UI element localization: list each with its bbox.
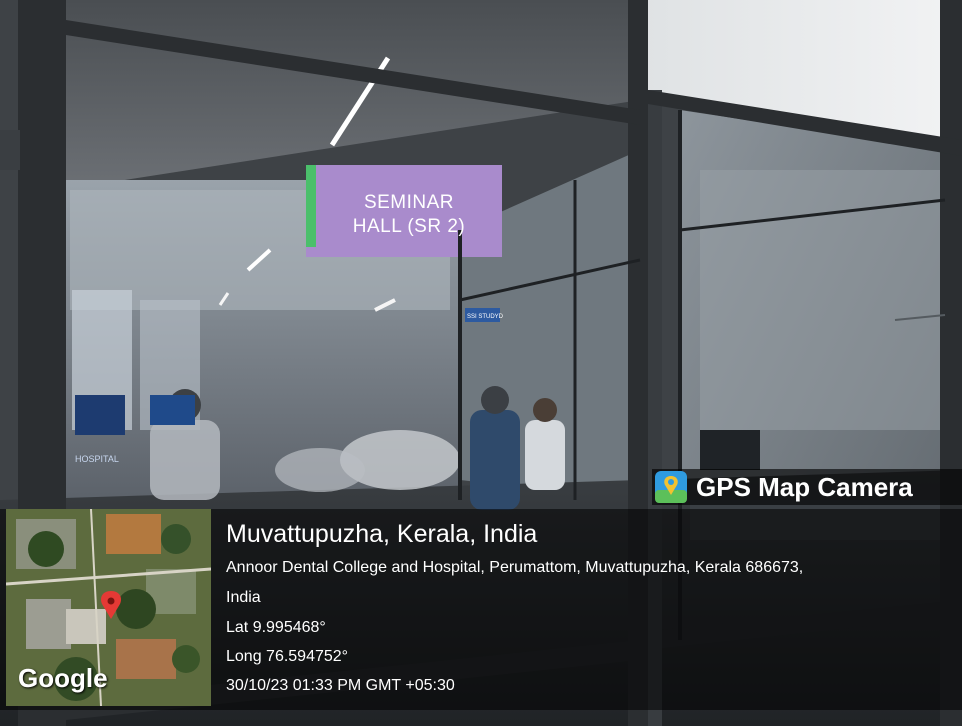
gps-map-camera-icon — [655, 471, 687, 503]
door-sign-text: SSI STUDYD — [467, 314, 504, 320]
longitude-text: Long 76.594752° — [226, 648, 349, 665]
datetime-text: 30/10/23 01:33 PM GMT +05:30 — [226, 677, 455, 694]
place-title: Muvattupuzha, Kerala, India — [226, 520, 538, 548]
address-line-2: India — [226, 589, 261, 606]
far-sign-text: HOSPITAL — [75, 454, 119, 464]
sign-line-hall: HALL (SR 2) — [352, 216, 466, 237]
latitude-text: Lat 9.995468° — [226, 619, 326, 636]
gps-map-camera-badge: GPS Map Camera — [652, 469, 962, 505]
sign-line-seminar: SEMINAR — [363, 192, 455, 213]
photo-scene: HOSPITAL SSI STUDYD SEMINAR HALL (SR 2) — [0, 0, 962, 726]
gps-app-title: GPS Map Camera — [696, 471, 913, 502]
google-logo: Google — [18, 663, 108, 693]
address-line-1: Annoor Dental College and Hospital, Peru… — [226, 559, 804, 576]
